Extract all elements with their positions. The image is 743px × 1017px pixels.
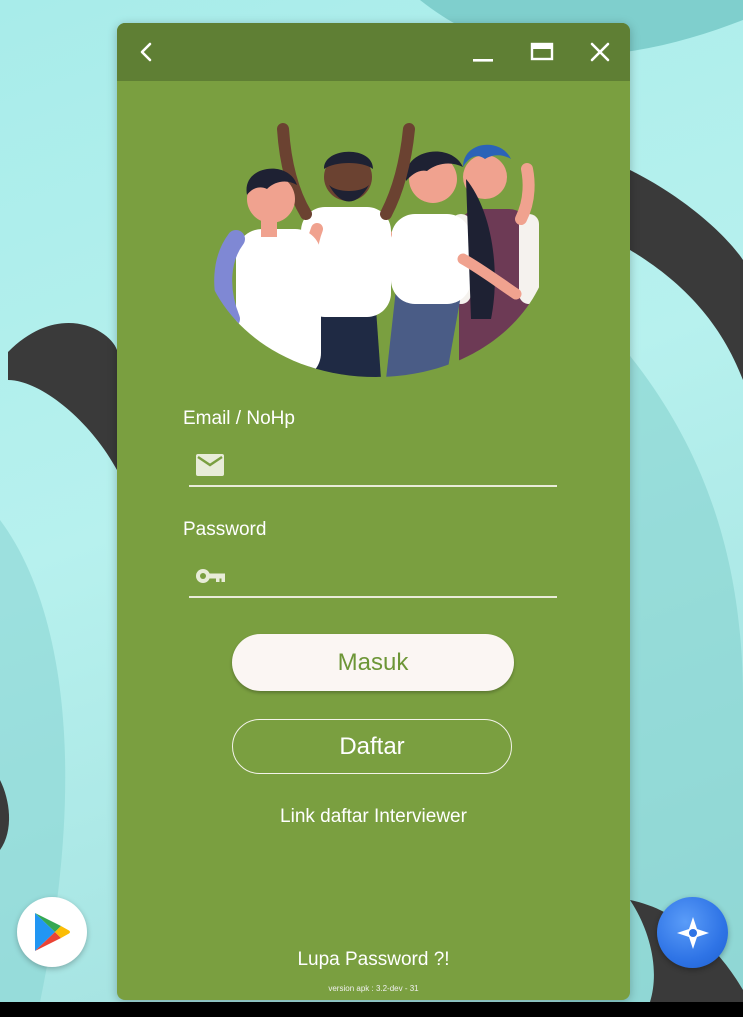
email-label: Email / NoHp: [183, 408, 295, 429]
back-icon[interactable]: [129, 35, 163, 69]
minimize-icon[interactable]: [466, 35, 500, 69]
title-bar: [117, 23, 630, 81]
password-field[interactable]: [189, 556, 557, 598]
app-window: Email / NoHp Password Masuk Daftar Link …: [117, 23, 630, 1000]
play-store-icon[interactable]: [17, 897, 87, 967]
close-icon[interactable]: [583, 35, 617, 69]
interviewer-register-link[interactable]: Link daftar Interviewer: [117, 806, 630, 828]
register-button[interactable]: Daftar: [232, 719, 512, 774]
email-input[interactable]: [237, 449, 551, 481]
forgot-password-link[interactable]: Lupa Password ?!: [117, 949, 630, 971]
hero-illustration: [201, 119, 551, 379]
password-label: Password: [183, 519, 267, 540]
version-text: version apk : 3.2-dev - 31: [328, 984, 419, 993]
email-field[interactable]: [189, 445, 557, 487]
key-icon: [195, 564, 225, 588]
login-button[interactable]: Masuk: [232, 634, 514, 691]
mail-icon: [195, 453, 225, 477]
system-bottom-bar: [0, 1002, 743, 1017]
password-input[interactable]: [237, 560, 551, 592]
maximize-icon[interactable]: [525, 35, 559, 69]
assistant-icon[interactable]: [657, 897, 728, 968]
